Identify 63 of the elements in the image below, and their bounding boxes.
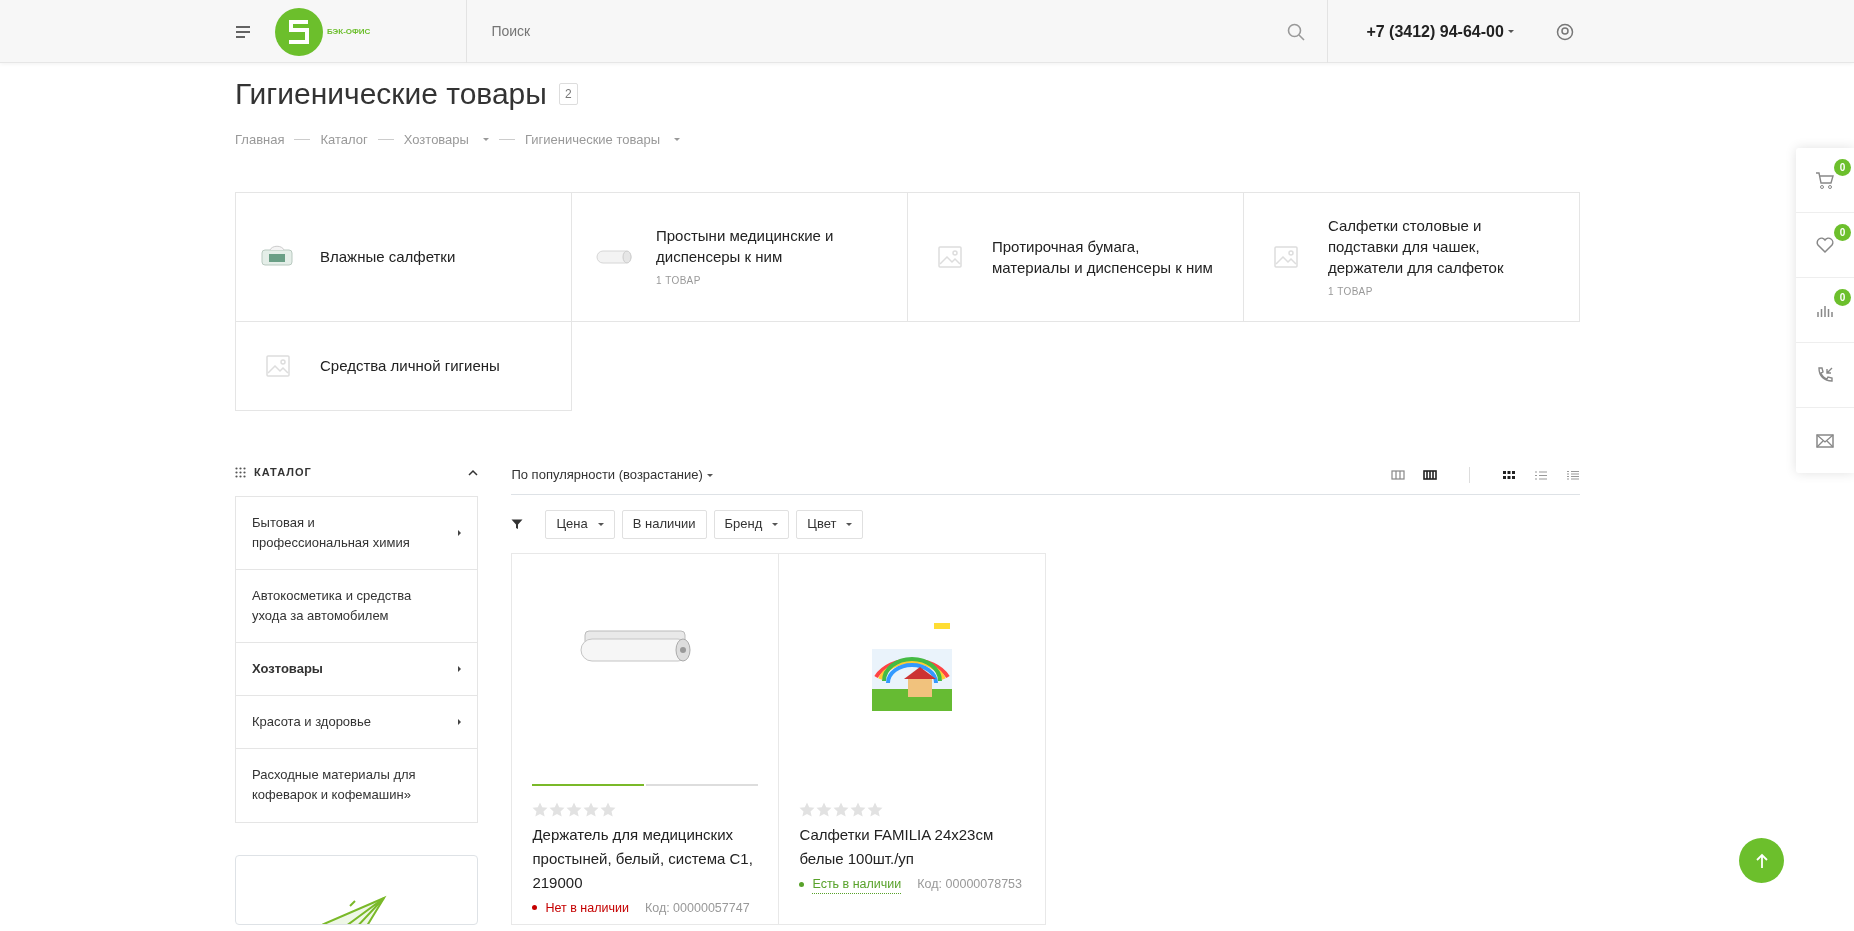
status-dot-icon xyxy=(799,881,805,887)
product-count: 1 ТОВАР xyxy=(656,274,702,288)
phone-callback-icon[interactable] xyxy=(1815,365,1835,385)
catalog-title: КАТАЛОГ xyxy=(254,465,312,481)
chevron-up-icon[interactable] xyxy=(468,469,479,476)
category-link[interactable]: Простыни медицинские и диспенсеры к ним xyxy=(656,225,877,267)
product-code: Код: 00000057747 xyxy=(644,899,750,917)
star-icon xyxy=(566,801,583,817)
sort-dropdown[interactable]: По популярности (возрастание) xyxy=(511,465,713,485)
sidebar-item[interactable]: Красота и здоровье xyxy=(252,711,371,732)
search-icon[interactable] xyxy=(1287,22,1306,41)
filter-button[interactable]: Бренд xyxy=(713,509,790,539)
availability-status: Нет в наличии xyxy=(545,899,629,917)
sidebar-item[interactable]: Расходные материалы для кофеварок и кофемашин» xyxy=(252,765,422,805)
page-title: Гигиенические товары xyxy=(235,79,547,109)
product-count: 1 ТОВАР xyxy=(1328,284,1374,299)
product-name[interactable]: Салфетки FAMILIA 24x23см белые 100шт./уп xyxy=(799,822,1026,871)
gallery-indicator[interactable] xyxy=(532,783,645,786)
status-dot-icon xyxy=(532,905,538,911)
grid-dots-icon xyxy=(235,467,246,478)
star-icon xyxy=(799,801,816,817)
filter-button[interactable]: В наличии xyxy=(621,509,707,539)
sidebar-item[interactable]: Бытовая и профессиональная химия xyxy=(252,512,422,553)
search-field[interactable]: Поиск xyxy=(489,20,1190,43)
scroll-up-button[interactable] xyxy=(1739,838,1784,883)
filter-icon[interactable] xyxy=(511,518,524,530)
availability-status: Есть в наличии xyxy=(812,874,902,895)
logo-mark-icon xyxy=(286,18,312,45)
filter-button[interactable]: Цвет xyxy=(796,509,864,539)
cart-icon[interactable] xyxy=(1815,170,1835,190)
category-link[interactable]: Салфетки столовые и подставки для чашек, держатели для салфеток xyxy=(1328,214,1549,278)
product-name[interactable]: Держатель для медицинских простыней, белый, система С1, 219000 xyxy=(532,822,759,895)
catalog-header[interactable]: КАТАЛОГ xyxy=(235,456,479,489)
counter-badge: 0 xyxy=(1834,159,1851,176)
counter-badge: 0 xyxy=(1834,224,1851,241)
star-icon xyxy=(583,801,600,817)
table-view-icon[interactable] xyxy=(1566,469,1580,481)
arrow-up-icon xyxy=(1754,852,1769,869)
menu-icon[interactable] xyxy=(235,25,251,38)
star-icon xyxy=(600,801,617,817)
phone-number[interactable]: +7 (3412) 94-64-00 xyxy=(1366,19,1504,44)
category-link[interactable]: Средства личной гигиены xyxy=(320,355,500,376)
star-icon xyxy=(816,801,833,817)
caret-icon xyxy=(1507,30,1514,33)
sidebar-item[interactable]: Автокосметика и средства ухода за автомобилем xyxy=(252,585,422,626)
heart-icon[interactable] xyxy=(1815,235,1835,255)
item-count: 2 xyxy=(558,83,578,105)
star-icon xyxy=(850,801,867,817)
user-icon[interactable] xyxy=(1555,22,1574,41)
counter-badge: 0 xyxy=(1834,289,1851,306)
star-icon xyxy=(867,801,884,817)
logo-icon[interactable] xyxy=(275,7,323,56)
category-link[interactable]: Протирочная бумага, материалы и диспенсеры к ним xyxy=(992,235,1213,278)
sidebar-item[interactable]: Хозтовары xyxy=(252,658,323,679)
category-link[interactable]: Влажные салфетки xyxy=(320,246,456,267)
tiles-view-icon[interactable] xyxy=(1502,469,1516,481)
star-icon xyxy=(549,801,566,817)
product-code: Код: 00000078753 xyxy=(917,876,1022,893)
list-view-icon[interactable] xyxy=(1534,469,1548,481)
columns-view-icon[interactable] xyxy=(1423,469,1437,481)
star-icon xyxy=(532,801,549,817)
filter-button[interactable]: Цена xyxy=(545,509,615,539)
star-icon xyxy=(833,801,850,817)
